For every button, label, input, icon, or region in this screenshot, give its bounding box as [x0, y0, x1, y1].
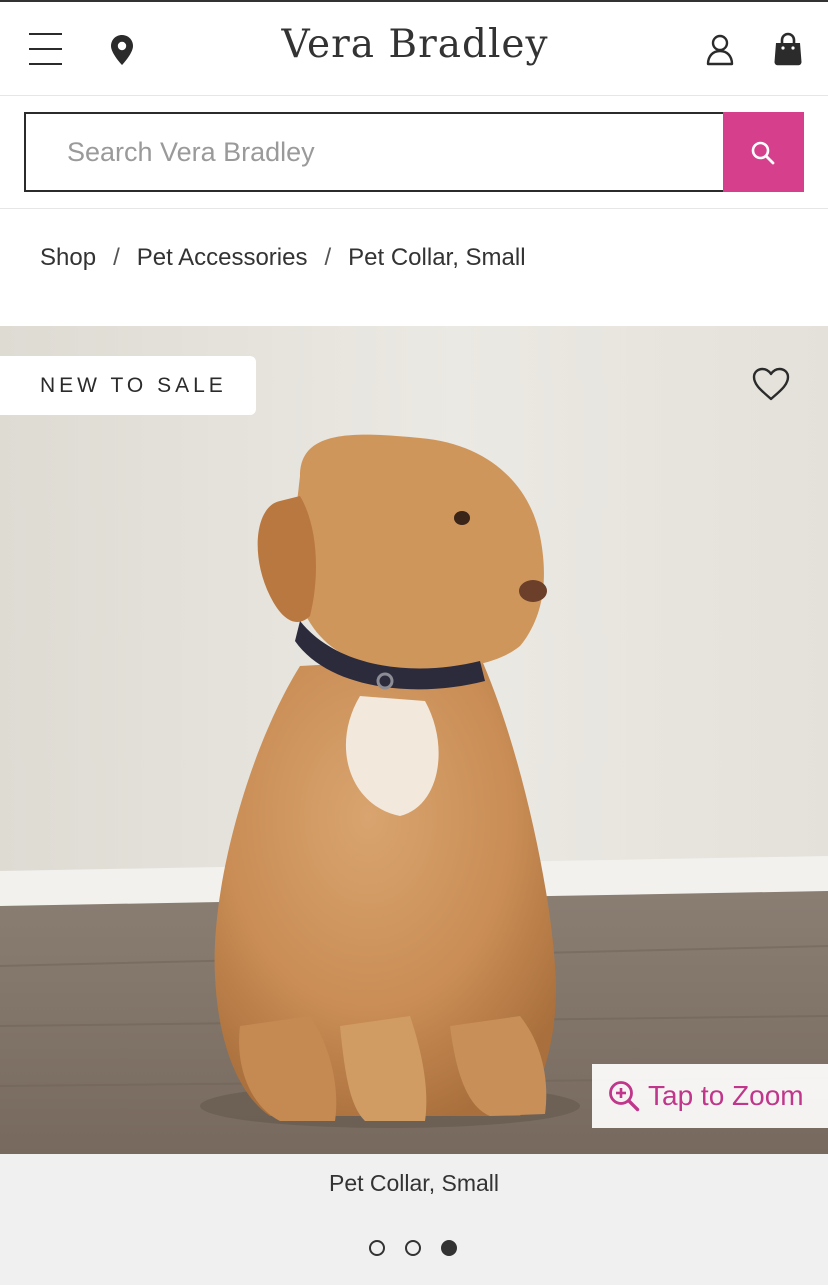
zoom-in-icon — [609, 1081, 640, 1112]
carousel-pagination — [369, 1240, 457, 1256]
product-photo — [0, 326, 828, 1154]
image-caption-area: Pet Collar, Small — [0, 1154, 828, 1285]
carousel-dot-3[interactable] — [441, 1240, 457, 1256]
search-bar — [24, 112, 804, 192]
breadcrumb-separator: / — [113, 244, 120, 271]
location-pin-icon[interactable] — [109, 34, 135, 66]
top-header: Vera Bradley — [0, 0, 828, 96]
tap-to-zoom-button[interactable]: Tap to Zoom — [592, 1064, 828, 1128]
search-icon — [751, 141, 775, 165]
wishlist-heart-icon[interactable] — [752, 367, 790, 401]
image-caption: Pet Collar, Small — [328, 1170, 499, 1196]
breadcrumb-pet-accessories[interactable]: Pet Accessories — [137, 244, 308, 272]
breadcrumb-current: Pet Collar, Small — [348, 244, 526, 271]
shopping-bag-icon[interactable] — [773, 32, 803, 66]
breadcrumb: Shop / Pet Accessories / Pet Collar, Sma… — [40, 242, 526, 274]
brand-logo[interactable]: Vera Bradley — [260, 22, 570, 72]
breadcrumb-shop[interactable]: Shop — [40, 244, 96, 272]
breadcrumb-separator: / — [324, 244, 332, 271]
carousel-dot-2[interactable] — [405, 1240, 421, 1256]
sale-badge: NEW TO SALE — [0, 356, 256, 415]
hamburger-menu-icon[interactable] — [29, 32, 62, 66]
carousel-dot-1[interactable] — [369, 1240, 385, 1256]
divider — [0, 208, 828, 209]
search-input[interactable] — [24, 112, 724, 192]
search-button[interactable] — [723, 112, 804, 192]
product-image-carousel[interactable]: NEW TO SALE Tap to Zoom — [0, 326, 828, 1154]
zoom-label: Tap to Zoom — [648, 1080, 804, 1111]
account-icon[interactable] — [706, 34, 734, 66]
